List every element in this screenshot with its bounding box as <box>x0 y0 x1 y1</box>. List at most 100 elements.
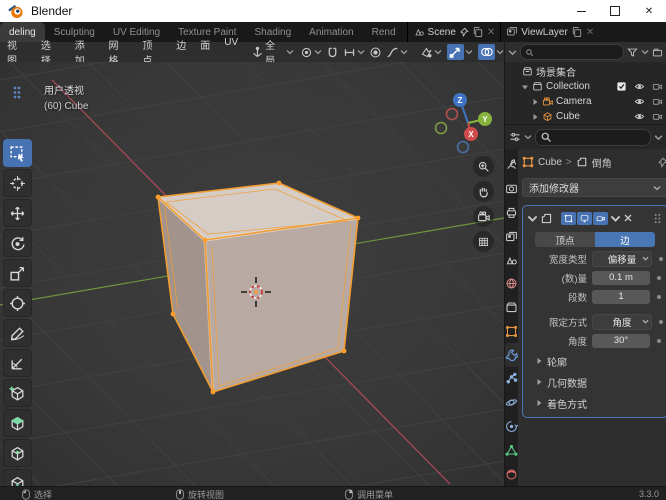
add-cube-tool-button[interactable] <box>2 379 32 407</box>
camera-view-button[interactable] <box>473 206 494 227</box>
tri-right-icon[interactable] <box>531 98 539 106</box>
section-shading[interactable]: 着色方式 <box>527 395 663 411</box>
pivot-point[interactable] <box>300 46 322 59</box>
angle-input[interactable]: 30° <box>592 333 650 348</box>
cursor-tool-button[interactable] <box>2 169 32 197</box>
filter-chevron-icon[interactable] <box>641 48 649 56</box>
amount-input[interactable]: 0.1 m <box>592 270 650 285</box>
move-tool-button[interactable] <box>2 199 32 227</box>
filter-icon[interactable] <box>627 47 638 58</box>
section-profile[interactable]: 轮廓 <box>527 353 663 369</box>
visibility[interactable] <box>420 46 442 59</box>
properties-search-input[interactable] <box>535 128 651 146</box>
render-camera-icon[interactable] <box>652 96 663 107</box>
properties-tab-object-data[interactable] <box>505 438 518 462</box>
eye-icon[interactable] <box>634 111 645 122</box>
editor-chevron-icon[interactable] <box>524 133 532 141</box>
breadcrumb-object[interactable]: Cube <box>538 157 562 168</box>
annotate-tool-button[interactable] <box>2 319 32 347</box>
tri-down-icon[interactable] <box>521 83 529 91</box>
render-display-toggle[interactable] <box>592 211 608 225</box>
outliner-row-Camera[interactable]: Camera <box>505 94 666 109</box>
pan-hand-button[interactable] <box>473 181 494 202</box>
limit-method-dropdown[interactable]: 角度 <box>592 313 652 330</box>
pin-icon[interactable] <box>459 27 469 37</box>
transform-tool-button[interactable] <box>2 289 32 317</box>
scene-selector[interactable]: Scene ✕ <box>406 22 501 42</box>
outliner-row-场景集合[interactable]: 场景集合 <box>505 64 666 79</box>
segments-animate-dot[interactable] <box>657 294 661 299</box>
zoom-button[interactable] <box>473 156 494 177</box>
properties-tab-constraints[interactable] <box>505 415 518 439</box>
inset-tool-button[interactable] <box>2 439 32 467</box>
properties-tab-scene[interactable] <box>505 248 518 272</box>
width-type-animate-dot[interactable] <box>659 256 663 261</box>
properties-editor-icon[interactable] <box>509 131 521 143</box>
properties-tab-collection[interactable] <box>505 296 518 320</box>
outliner-search-input[interactable] <box>520 44 624 60</box>
add-modifier-button[interactable]: 添加修改器 <box>522 178 666 197</box>
render-camera-icon[interactable] <box>652 111 663 122</box>
properties-tab-modifier[interactable] <box>505 343 518 368</box>
eye-icon[interactable] <box>634 81 645 92</box>
snap-target[interactable] <box>343 46 365 59</box>
properties-tab-physics[interactable] <box>505 391 518 415</box>
pin-id-icon[interactable] <box>657 157 666 168</box>
axis-neg-x[interactable] <box>445 107 459 121</box>
expand-chevron-icon[interactable] <box>527 213 538 224</box>
modifier-drag-handle-icon[interactable] <box>652 213 663 224</box>
axis-neg-z[interactable] <box>456 140 470 154</box>
amount-animate-dot[interactable] <box>657 275 661 280</box>
snap-magnet[interactable] <box>326 46 339 59</box>
duplicate-viewlayer-icon[interactable] <box>571 26 583 38</box>
width-type-dropdown[interactable]: 偏移量 <box>592 250 652 267</box>
close-button[interactable]: ✕ <box>632 0 666 22</box>
measure-tool-button[interactable] <box>2 349 32 377</box>
new-collection-icon[interactable] <box>652 47 663 58</box>
realtime-display-toggle[interactable] <box>576 211 592 225</box>
outliner-row-Collection[interactable]: Collection <box>505 79 666 94</box>
scale-tool-button[interactable] <box>2 259 32 287</box>
extrude-tool-button[interactable] <box>2 409 32 437</box>
navigation-gizmo[interactable]: Z Y X <box>433 87 503 157</box>
outliner-mode-chevron-icon[interactable] <box>508 48 517 57</box>
checkbox-icon[interactable] <box>616 81 627 92</box>
delete-modifier-icon[interactable] <box>623 213 633 223</box>
rotate-tool-button[interactable] <box>2 229 32 257</box>
gizmos[interactable] <box>447 44 473 60</box>
axis-neg-y[interactable] <box>434 121 448 135</box>
duplicate-scene-icon[interactable] <box>472 26 484 38</box>
affect-tab-边[interactable]: 边 <box>595 232 655 247</box>
segments-input[interactable]: 1 <box>592 289 650 304</box>
workspace-tab-rend[interactable]: Rend <box>363 22 405 42</box>
properties-tab-render[interactable] <box>505 177 518 201</box>
maximize-button[interactable] <box>598 0 632 22</box>
edit-mode-display-toggle[interactable] <box>560 211 576 225</box>
toggle-ortho-button[interactable] <box>473 231 494 252</box>
workspace-tab-animation[interactable]: Animation <box>300 22 362 42</box>
properties-tab-world[interactable] <box>505 272 518 296</box>
properties-tab-viewlayer[interactable] <box>505 224 518 248</box>
toolbar-drag-handle-icon[interactable] <box>13 86 21 99</box>
limit-method-animate-dot[interactable] <box>659 319 663 324</box>
properties-tab-material[interactable] <box>505 462 518 486</box>
tri-right-icon[interactable] <box>531 113 539 121</box>
3d-viewport[interactable]: 用户透视 (60) Cube Z Y X <box>0 62 504 500</box>
render-camera-icon[interactable] <box>652 81 663 92</box>
viewlayer-selector[interactable]: ViewLayer ✕ <box>500 22 599 42</box>
box-select-tool-button[interactable] <box>2 139 32 167</box>
modifier-extras-chevron-icon[interactable] <box>610 213 621 224</box>
angle-animate-dot[interactable] <box>657 338 661 343</box>
falloff-curve[interactable] <box>386 46 408 59</box>
outliner-row-Cube[interactable]: Cube <box>505 109 666 124</box>
eye-icon[interactable] <box>634 96 645 107</box>
overlays[interactable] <box>478 44 504 60</box>
properties-tab-output[interactable] <box>505 201 518 225</box>
properties-tab-object[interactable] <box>505 319 518 343</box>
properties-tab-particles[interactable] <box>505 367 518 391</box>
breadcrumb-modifier[interactable]: 倒角 <box>592 155 612 170</box>
properties-tab-tool[interactable] <box>505 153 518 177</box>
properties-options-chevron-icon[interactable] <box>654 133 663 142</box>
proportional-editing[interactable] <box>369 46 382 59</box>
minimize-button[interactable] <box>564 0 598 22</box>
